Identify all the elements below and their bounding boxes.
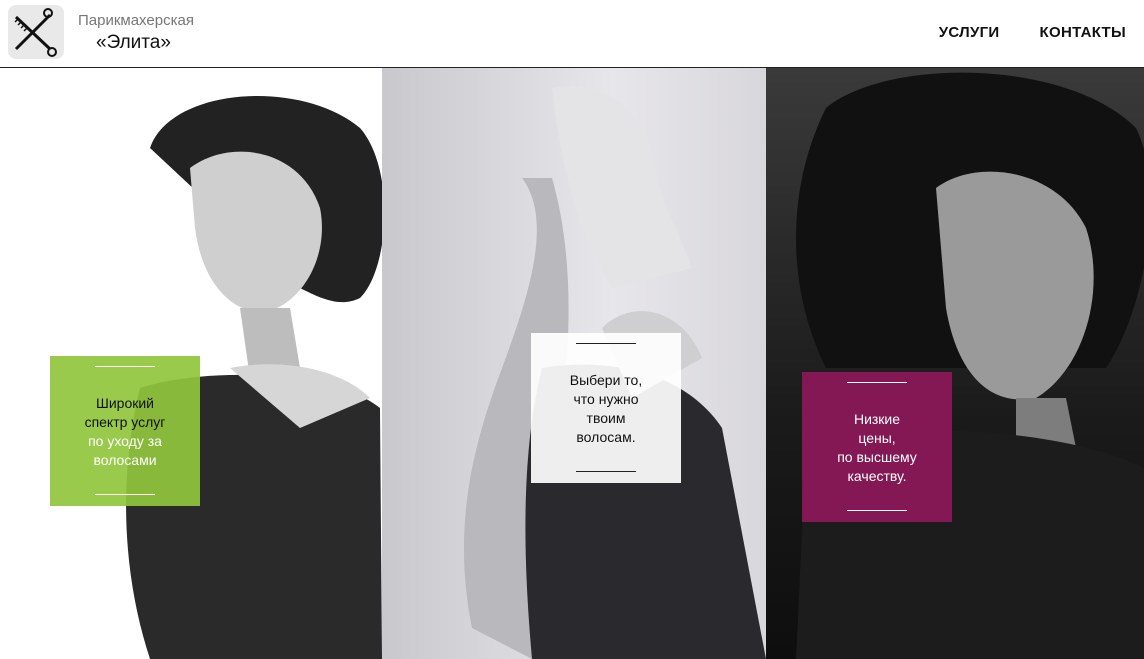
panel-photo-1: Широкий спектр услуг по уходу за волосам… (0, 68, 382, 659)
brand-subtitle: Парикмахерская (78, 12, 194, 29)
feature-card-choose: Выбери то, что нужно твоим волосам. (531, 333, 681, 483)
card-line: что нужно (573, 391, 639, 407)
card-line: твоим (586, 410, 626, 426)
card-line: волосам. (576, 429, 636, 445)
nav-link-contacts[interactable]: КОНТАКТЫ (1040, 24, 1126, 41)
card-divider-bottom (847, 510, 907, 511)
card-line: качеству. (847, 468, 907, 484)
card-line: цены, (858, 430, 896, 446)
site-header: Парикмахерская «Элита» УСЛУГИ КОНТАКТЫ (0, 0, 1144, 68)
card-divider-top (576, 343, 636, 344)
hero-panels: Широкий спектр услуг по уходу за волосам… (0, 68, 1144, 659)
card-line: спектр услуг (84, 414, 166, 430)
card-line: Низкие (853, 411, 901, 427)
card-divider-bottom (576, 471, 636, 472)
card-line: по уходу за (88, 433, 162, 449)
card-text: Широкий спектр услуг по уходу за волосам… (50, 394, 200, 470)
panel-photo-2: Выбери то, что нужно твоим волосам. (382, 68, 766, 659)
card-line: по высшему (837, 449, 917, 465)
panel-photo-3: Низкие цены, по высшему качеству. (766, 68, 1144, 659)
card-line: волосами (93, 452, 157, 468)
main-nav: УСЛУГИ КОНТАКТЫ (939, 24, 1126, 41)
feature-card-services: Широкий спектр услуг по уходу за волосам… (50, 356, 200, 506)
comb-scissors-icon (14, 8, 57, 57)
woman-curly-hair-photo (796, 72, 1144, 659)
card-text: Выбери то, что нужно твоим волосам. (531, 371, 681, 447)
card-text: Низкие цены, по высшему качеству. (802, 410, 952, 486)
card-line: Выбери то, (569, 372, 643, 388)
brand-name[interactable]: «Элита» (96, 32, 171, 54)
feature-card-prices: Низкие цены, по высшему качеству. (802, 372, 952, 522)
logo[interactable] (8, 5, 64, 59)
nav-link-services[interactable]: УСЛУГИ (939, 24, 1000, 41)
card-line: Широкий (96, 395, 154, 411)
card-divider-top (847, 382, 907, 383)
card-divider-bottom (95, 494, 155, 495)
card-divider-top (95, 366, 155, 367)
